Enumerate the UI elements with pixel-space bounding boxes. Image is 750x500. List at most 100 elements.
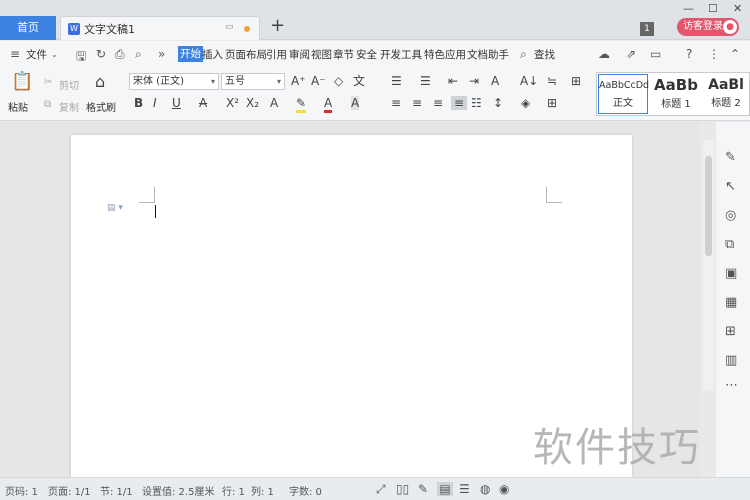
- line-spacing-icon[interactable]: ↕: [493, 96, 503, 110]
- read-mode-icon[interactable]: ▯▯: [396, 482, 409, 496]
- menu-item-view[interactable]: 视图: [311, 47, 332, 62]
- borders-icon[interactable]: ⊞: [547, 96, 557, 110]
- help-icon[interactable]: ?: [686, 47, 692, 61]
- print-icon[interactable]: ⎙: [115, 47, 125, 62]
- minimize-icon[interactable]: —: [683, 2, 694, 15]
- status-setting-value[interactable]: 设置值: 2.5厘米: [142, 483, 214, 498]
- vertical-scrollbar[interactable]: [703, 140, 714, 390]
- chart-icon[interactable]: ▥: [725, 353, 737, 368]
- cut-icon[interactable]: ✂: [44, 77, 52, 88]
- new-tab-button[interactable]: +: [270, 16, 285, 36]
- shrink-font-icon[interactable]: A⁻: [311, 74, 326, 88]
- style-normal[interactable]: AaBbCcDd 正文: [598, 74, 649, 114]
- bold-icon[interactable]: B: [134, 96, 143, 110]
- tab-document[interactable]: W 文字文稿1 ▭: [60, 16, 260, 40]
- status-pages[interactable]: 页面: 1/1: [48, 483, 91, 498]
- login-button[interactable]: 访客登录 ●: [677, 18, 739, 36]
- menu-item-review[interactable]: 审阅: [289, 47, 310, 62]
- menu-file[interactable]: 文件: [26, 47, 47, 62]
- align-center-icon[interactable]: ≡: [412, 96, 422, 110]
- table-icon[interactable]: ▦: [725, 295, 737, 310]
- location-icon[interactable]: ◎: [725, 208, 736, 223]
- menu-item-security[interactable]: 安全: [356, 47, 377, 62]
- sync-icon[interactable]: ↻: [96, 47, 106, 61]
- window-count-badge[interactable]: 1: [640, 22, 654, 36]
- shapes-icon[interactable]: ⧉: [725, 237, 734, 252]
- fullscreen-icon[interactable]: ⤢: [376, 482, 386, 497]
- outline-view-icon[interactable]: ☰: [459, 482, 470, 496]
- write-mode-icon[interactable]: ✎: [418, 482, 428, 496]
- bullet-list-icon[interactable]: ☰: [391, 74, 402, 88]
- scroll-thumb[interactable]: [705, 156, 712, 256]
- maximize-icon[interactable]: ☐: [708, 2, 718, 15]
- page-view-icon[interactable]: ▤: [437, 482, 453, 496]
- show-marks-icon[interactable]: ≒: [547, 74, 557, 88]
- tab-home[interactable]: 首页: [0, 16, 56, 40]
- close-icon[interactable]: ✕: [733, 2, 742, 15]
- menu-item-home[interactable]: 开始: [178, 46, 203, 62]
- grow-font-icon[interactable]: A⁺: [291, 74, 306, 88]
- align-left-icon[interactable]: ≡: [391, 96, 401, 110]
- paragraph-layout-icon[interactable]: ▤ ▾: [107, 203, 123, 213]
- hamburger-icon[interactable]: ≡: [10, 47, 20, 61]
- web-view-icon[interactable]: ◍: [480, 482, 490, 496]
- cut-button[interactable]: 剪切: [59, 77, 79, 92]
- italic-icon[interactable]: I: [153, 96, 157, 110]
- numbered-list-icon[interactable]: ☰: [420, 74, 431, 88]
- select-cursor-icon[interactable]: ↖: [725, 179, 736, 194]
- align-right-icon[interactable]: ≡: [433, 96, 443, 110]
- paste-icon[interactable]: 📋: [11, 73, 33, 91]
- menu-item-doc-assistant[interactable]: 文档助手: [467, 47, 509, 62]
- decrease-indent-icon[interactable]: ⇤: [448, 74, 458, 88]
- superscript-icon[interactable]: X²: [226, 96, 239, 110]
- font-size-select[interactable]: 五号 ▾: [221, 73, 285, 90]
- status-word-count[interactable]: 字数: 0: [289, 483, 322, 498]
- collapse-ribbon-icon[interactable]: ⌃: [730, 47, 740, 61]
- paste-button[interactable]: 粘贴: [8, 99, 28, 114]
- style-heading-2[interactable]: AaBl 标题 2: [703, 74, 749, 114]
- monitor-icon[interactable]: ▭: [225, 22, 234, 32]
- menu-item-layout[interactable]: 页面布局: [225, 47, 267, 62]
- font-name-select[interactable]: 宋体 (正文) ▾: [129, 73, 219, 90]
- search-icon[interactable]: ⌕: [520, 47, 527, 62]
- save-icon[interactable]: 🖫: [76, 47, 86, 68]
- image-icon[interactable]: ▣: [725, 266, 737, 281]
- print-preview-icon[interactable]: ⌕: [135, 47, 142, 62]
- underline-icon[interactable]: U: [172, 96, 181, 110]
- format-painter-icon[interactable]: ⌂: [95, 74, 105, 90]
- subscript-icon[interactable]: X₂: [246, 96, 259, 110]
- chinese-layout-icon[interactable]: A: [491, 74, 499, 88]
- menu-item-special[interactable]: 特色应用: [424, 47, 466, 62]
- more-tools-icon[interactable]: ⋯: [725, 378, 738, 393]
- more-quick-access-icon[interactable]: »: [158, 47, 165, 61]
- cloud-icon[interactable]: ☁: [598, 47, 610, 61]
- chevron-down-icon[interactable]: ⌄: [51, 50, 58, 59]
- menu-item-references[interactable]: 引用: [266, 47, 287, 62]
- paragraph-settings-icon[interactable]: ⊞: [571, 74, 581, 88]
- format-painter-button[interactable]: 格式刷: [86, 99, 116, 114]
- distributed-icon[interactable]: ☷: [471, 96, 482, 110]
- menu-item-insert[interactable]: 插入: [202, 47, 223, 62]
- sort-icon[interactable]: A↓: [520, 74, 538, 88]
- text-effect-icon[interactable]: A: [270, 96, 278, 110]
- menu-item-section[interactable]: 章节: [333, 47, 354, 62]
- copy-button[interactable]: 复制: [59, 99, 79, 114]
- phonetic-icon[interactable]: 文: [353, 74, 365, 88]
- shading-icon[interactable]: ◈: [521, 96, 530, 110]
- highlight-icon[interactable]: ✎: [296, 96, 307, 113]
- more-icon[interactable]: ⋮: [708, 47, 720, 61]
- share-icon[interactable]: ⇗: [626, 47, 636, 61]
- style-heading-1[interactable]: AaBb 标题 1: [650, 74, 702, 114]
- justify-icon[interactable]: ≡: [451, 96, 467, 110]
- menu-item-developer[interactable]: 开发工具: [380, 47, 422, 62]
- clear-format-icon[interactable]: ◇: [334, 74, 343, 88]
- collab-icon[interactable]: ▭: [650, 47, 661, 61]
- status-page-number[interactable]: 页码: 1: [5, 483, 38, 498]
- apps-icon[interactable]: ⊞: [725, 324, 736, 339]
- font-color-icon[interactable]: A: [324, 96, 333, 113]
- eye-protection-icon[interactable]: ◉: [499, 482, 509, 496]
- pen-icon[interactable]: ✎: [725, 150, 736, 165]
- increase-indent-icon[interactable]: ⇥: [469, 74, 479, 88]
- char-shading-icon[interactable]: A: [351, 96, 360, 110]
- copy-icon[interactable]: ⧉: [44, 99, 51, 110]
